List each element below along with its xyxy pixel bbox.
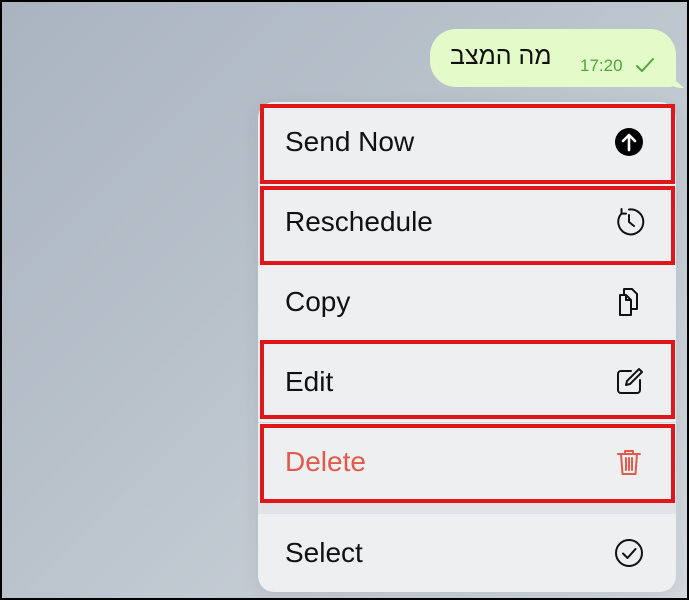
menu-item-send-now[interactable]: Send Now: [258, 102, 676, 182]
menu-item-label: Edit: [285, 366, 334, 397]
menu-item-edit[interactable]: Edit: [258, 342, 676, 422]
check-circle-icon: [615, 539, 643, 567]
message-time: 17:20: [580, 56, 623, 75]
menu-section-gap: [258, 502, 676, 514]
message-text: מה המצב: [450, 42, 552, 70]
check-icon: [636, 58, 654, 72]
menu-item-label: Send Now: [285, 126, 415, 157]
menu-item-reschedule[interactable]: Reschedule: [258, 182, 676, 262]
menu-item-label: Copy: [285, 286, 351, 317]
menu-item-label: Select: [285, 537, 363, 568]
copy-icon: [619, 288, 638, 316]
context-menu: Send Now Reschedule Copy Edit Delete Sel…: [258, 102, 676, 592]
arrow-up-circle-icon: [615, 128, 643, 156]
menu-item-copy[interactable]: Copy: [258, 262, 676, 342]
screenshot-frame: מה המצב 17:20 Send Now Reschedule Copy E…: [0, 0, 689, 600]
edit-icon: [617, 368, 643, 394]
menu-item-label: Delete: [285, 446, 366, 477]
clock-refresh-icon: [617, 208, 645, 236]
trash-icon: [617, 450, 641, 475]
menu-item-delete[interactable]: Delete: [258, 422, 676, 502]
menu-item-select[interactable]: Select: [258, 514, 676, 592]
menu-item-label: Reschedule: [285, 206, 433, 237]
